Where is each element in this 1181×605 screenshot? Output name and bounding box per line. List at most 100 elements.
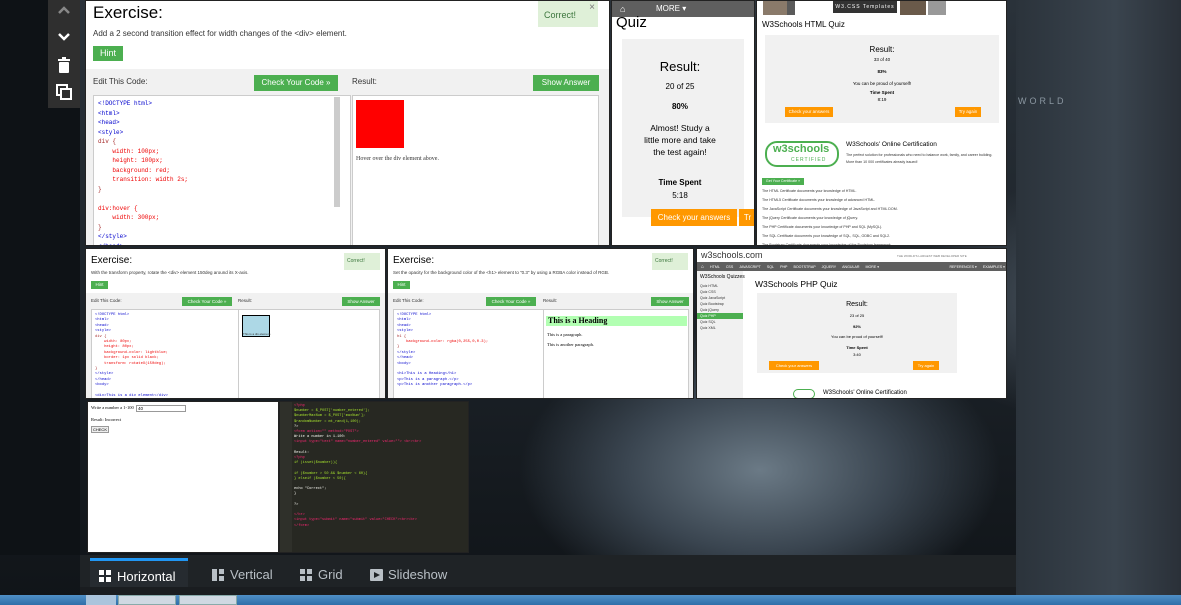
result-frame: This is a div element. [238,309,380,398]
nav-item[interactable]: JAVASCRIPT [739,265,761,269]
certificate-line[interactable]: The jQuery Certificate documents your kn… [762,214,1002,223]
sidebar-item[interactable]: Quiz XML [697,325,743,331]
code-line: <div>This is a div element</div> [95,394,168,399]
code-editor[interactable]: <!DOCTYPE html> <html> <head> <style> h1 { b… [393,309,547,398]
sidebar-list: Quiz HTML Quiz CSS Quiz JavaScript Quiz Boo… [697,283,743,331]
thumbnail-rgba-exercise[interactable]: Exercise: Correct! Set the opacity for t… [387,248,694,399]
nav-item[interactable]: JQUERY [822,265,837,269]
percent: 92% [852,324,861,329]
grid-layout-icon [300,568,312,581]
thumbnail-transform-exercise[interactable]: Exercise: Correct! With the transform pr… [85,248,386,399]
check-answers-button[interactable]: Check your answers [651,209,737,226]
get-certificate-button[interactable]: Get Your Certificate » [762,178,804,185]
try-again-button[interactable]: Tr [739,209,754,226]
number-input[interactable]: 40 [136,405,186,412]
thumbnail-quiz-result[interactable]: ⌂ MORE ▾ Quiz Result: 20 of 25 80% Almos… [611,0,755,246]
correct-text: Correct! [544,10,577,20]
thumbnail-php-quiz[interactable]: w3schools.com THE WORLD'S LARGEST WEB DE… [696,248,1007,399]
paragraph-2: This is another paragraph. [547,342,594,347]
result-message: Almost! Study a little more and take the… [644,123,716,157]
show-answer-button[interactable]: Show Answer [533,75,599,91]
taskbar-item[interactable] [118,595,176,605]
taskbar-item[interactable] [86,595,116,605]
thumbnail-html-quiz[interactable]: W3.CSS Templates W3Schools HTML Quiz Res… [756,0,1007,246]
taskbar-item[interactable] [179,595,237,605]
try-again-button[interactable]: Try again [913,361,939,370]
time-value: 3:40 [853,352,861,357]
nav-item[interactable]: PHP [780,265,787,269]
quiz-title: Quiz [616,14,647,31]
check-answers-button[interactable]: Check your answers [769,361,819,370]
site-logo[interactable]: w3schools.com [701,250,763,260]
nav-item-right[interactable]: EXAMPLES ▾ [983,265,1005,269]
nav-item[interactable]: MORE ▾ [866,265,880,269]
code-line: <!DOCTYPE html> [98,100,153,107]
template-thumb-4 [928,1,946,15]
check-button[interactable]: CHECK [91,426,109,433]
hint-button[interactable]: Hint [91,281,108,289]
thumbnail-php-code[interactable]: <?php $number = $_POST['number_entered'];… [279,401,469,553]
top-nav: ⌂ HTML CSS JAVASCRIPT SQL PHP BOOTSTRAP JQUERY A… [697,262,1006,271]
nav-item[interactable]: ANGULAR [842,265,859,269]
editor-scrollbar[interactable] [334,97,340,207]
tab-label: Vertical [230,567,273,582]
show-answer-button[interactable]: Show Answer [342,297,380,306]
correct-badge: Correct! [652,253,688,270]
home-icon[interactable]: ⌂ [620,4,625,14]
hint-button[interactable]: Hint [393,281,410,289]
code-line: <html> [98,109,120,117]
result-label: Result: [352,77,377,86]
certificate-line[interactable]: The SQL Certificate documents your knowl… [762,232,1002,241]
thumbnail-transition-exercise[interactable]: Exercise: Correct! × Add a 2 second tran… [85,0,610,246]
home-icon[interactable]: ⌂ [701,264,704,270]
certificate-line[interactable]: The PHP Certificate documents your knowl… [762,223,1002,232]
red-div-box[interactable] [356,100,404,148]
chevron-down-icon[interactable] [48,24,80,50]
templates-banner[interactable]: W3.CSS Templates [833,1,897,13]
tab-label: Horizontal [117,568,176,584]
nav-item[interactable]: BOOTSTRAP [793,265,815,269]
background-world-text: WORLD [1018,96,1067,106]
nav-item[interactable]: HTML [710,265,720,269]
hover-text: Hover over the div element above. [356,156,439,162]
more-menu[interactable]: MORE ▾ [656,4,686,13]
check-code-button[interactable]: Check Your Code » [182,297,232,306]
nav-item[interactable]: CSS [726,265,733,269]
certificate-line[interactable]: The HTML Certificate documents your know… [762,187,1002,196]
right-background [1016,0,1181,600]
certificate-line[interactable]: The HTML5 Certificate documents your kno… [762,196,1002,205]
score: 23 of 25 [849,313,865,318]
code-editor[interactable]: <!DOCTYPE html> <html> <head> <style> div { … [91,309,241,399]
check-code-button[interactable]: Check Your Code » [254,75,338,91]
template-thumb-2 [787,1,795,15]
code-line: </style> [98,233,127,240]
copy-icon[interactable] [48,79,80,105]
time-label: Time Spent [846,345,868,350]
close-icon[interactable]: × [589,2,595,13]
logo-sub: CERTIFIED [791,157,827,163]
check-code-button[interactable]: Check Your Code » [486,297,536,306]
certificate-line[interactable]: The JavaScript Certificate documents you… [762,205,1002,214]
hint-button[interactable]: Hint [93,46,123,61]
code-editor[interactable]: <!DOCTYPE html> <html> <head> <style> div { … [93,95,351,245]
form-prompt: Write a number a 1-100 [91,405,134,410]
nav-item[interactable]: SQL [767,265,774,269]
line-gutter [280,402,292,552]
check-answers-button[interactable]: Check your answers [785,107,833,117]
chevron-up-icon[interactable] [48,0,80,20]
try-again-button[interactable]: Try again [955,107,981,117]
code-lines: <!DOCTYPE html> <html> <head> <style> div { … [95,313,237,399]
correct-badge: Correct! × [538,1,598,27]
code-line: <head> [98,119,120,126]
cert-desc-2: More than 10 000 certificates already is… [846,160,918,164]
nav-item-right[interactable]: REFERENCES ▾ [949,265,976,269]
result-heading: Result: [846,301,868,308]
trash-icon[interactable] [48,52,80,78]
show-answer-button[interactable]: Show Answer [651,297,689,306]
tab-label: Grid [318,567,343,582]
code-line: transition: width 2s; [98,176,189,183]
score: 33 of 40 [873,57,891,62]
certificate-line[interactable]: The Bootstrap Certificate documents your… [762,241,1002,245]
thumbnail-number-form[interactable]: Write a number a 1-100 40 Result: Incorr… [87,401,279,553]
